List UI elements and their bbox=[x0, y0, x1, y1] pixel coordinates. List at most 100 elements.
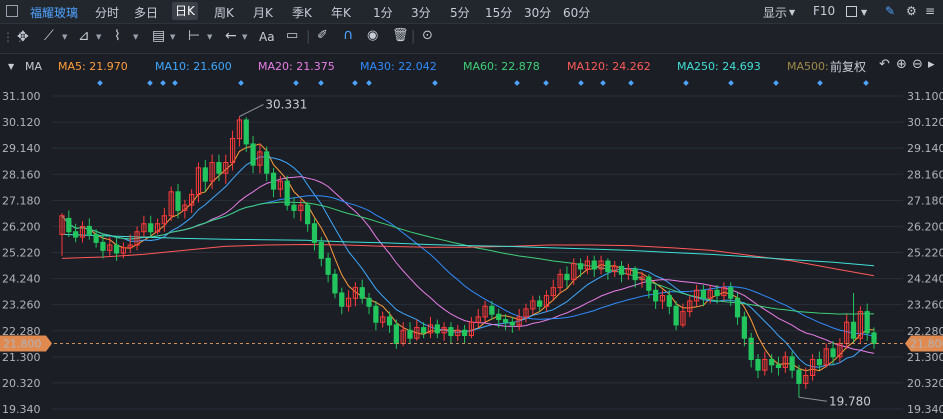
candlestick-chart[interactable]: 31.100 31.100 30.120 30.120 29.140 29.140 28.1… bbox=[0, 78, 943, 419]
range-tool-icon[interactable]: ⊢ bbox=[188, 28, 200, 44]
event-marker bbox=[147, 80, 153, 86]
layout-checkbox-icon[interactable] bbox=[846, 6, 857, 17]
arrow-tool-icon[interactable]: ← bbox=[225, 28, 237, 44]
period-tab-2[interactable]: 多日 bbox=[134, 4, 158, 21]
ma500-value: MA500: bbox=[787, 60, 829, 73]
settings-icon[interactable]: ⚙ bbox=[906, 4, 917, 18]
channel-tool-chevron-icon[interactable]: ▼ bbox=[96, 33, 101, 41]
candle-down bbox=[714, 289, 720, 297]
stock-name[interactable]: 福耀玻璃 bbox=[30, 4, 78, 21]
layout-chevron-down-icon[interactable]: ▼ bbox=[861, 8, 867, 17]
add-icon[interactable]: ⊕ bbox=[896, 57, 907, 72]
y-tick-label-right: 23.260 bbox=[907, 299, 943, 312]
event-marker bbox=[863, 80, 869, 86]
period-tab-4[interactable]: 周K bbox=[214, 4, 234, 21]
candle-down bbox=[243, 119, 249, 145]
channel-tool-icon[interactable]: ⊿ bbox=[78, 28, 90, 44]
display-menu[interactable]: 显示 bbox=[763, 4, 787, 21]
ma-label[interactable]: MA bbox=[25, 60, 42, 73]
line-tool-chevron-icon[interactable]: ▼ bbox=[62, 33, 67, 41]
y-tick-label-right: 24.240 bbox=[907, 273, 943, 286]
range-tool-chevron-icon[interactable]: ▼ bbox=[207, 33, 212, 41]
moving-average-lines bbox=[61, 143, 875, 372]
text-tool-icon[interactable]: Aa bbox=[259, 30, 275, 44]
display-chevron-down-icon[interactable]: ▼ bbox=[789, 8, 795, 17]
period-tab-6[interactable]: 季K bbox=[292, 4, 312, 21]
window-toggle-icon[interactable] bbox=[6, 5, 18, 17]
toggle-icon[interactable]: ⊙ bbox=[422, 28, 433, 43]
more-icon[interactable]: ≡ bbox=[925, 4, 935, 18]
magnet-icon[interactable]: ∩ bbox=[343, 27, 353, 43]
candle-down bbox=[728, 287, 734, 299]
candle-down bbox=[830, 348, 836, 358]
period-tab-3[interactable]: 日K bbox=[172, 2, 198, 20]
comment-icon[interactable]: ▭ bbox=[286, 28, 298, 43]
candle-down bbox=[393, 324, 399, 345]
event-marker bbox=[628, 80, 634, 86]
candle-down bbox=[591, 260, 597, 270]
candle-down bbox=[434, 324, 440, 334]
fibonacci-tool-chevron-icon[interactable]: ▼ bbox=[170, 33, 175, 41]
period-tab-1[interactable]: 分时 bbox=[95, 4, 119, 21]
candle-down bbox=[564, 273, 570, 281]
period-tab-11[interactable]: 15分 bbox=[485, 4, 512, 21]
candle-down bbox=[373, 305, 379, 323]
candle-down bbox=[509, 321, 515, 326]
y-tick-label-left: 21.300 bbox=[2, 351, 41, 364]
ma5-value: MA5: 21.970 bbox=[58, 60, 128, 73]
y-tick-label-left: 25.220 bbox=[2, 247, 41, 260]
period-tab-12[interactable]: 30分 bbox=[524, 4, 551, 21]
y-tick-label-left: 31.100 bbox=[2, 90, 41, 103]
candle-down bbox=[734, 297, 741, 318]
candle-down bbox=[264, 151, 270, 174]
price-adjust-selector[interactable]: 前复权 bbox=[830, 58, 866, 75]
candle-down bbox=[216, 162, 222, 174]
period-tab-10[interactable]: 5分 bbox=[450, 4, 470, 21]
arrow-tool-chevron-icon[interactable]: ▼ bbox=[242, 33, 247, 41]
eraser-icon[interactable]: ✐ bbox=[317, 28, 328, 43]
wave-tool-icon[interactable]: ⌇ bbox=[114, 28, 121, 44]
trash-icon[interactable]: 🗑 bbox=[392, 28, 409, 43]
period-tab-9[interactable]: 3分 bbox=[411, 4, 431, 21]
ma30-line bbox=[61, 195, 875, 337]
fibonacci-tool-icon[interactable]: ▤ bbox=[152, 28, 165, 44]
crosshair-icon[interactable]: ✥ bbox=[17, 29, 29, 45]
pen-icon[interactable]: ✎ bbox=[885, 4, 895, 18]
high-price-label: 30.331 bbox=[265, 97, 307, 111]
y-tick-label-left: 19.340 bbox=[2, 403, 41, 416]
y-tick-label-right: 25.220 bbox=[907, 247, 943, 260]
separator-icon: | bbox=[411, 29, 416, 44]
candle-down bbox=[86, 225, 92, 235]
candle-down bbox=[73, 231, 79, 238]
f10-button[interactable]: F10 bbox=[813, 4, 835, 18]
candle-down bbox=[202, 167, 208, 182]
ma60-line bbox=[61, 201, 875, 315]
y-tick-label-left: 24.240 bbox=[2, 273, 41, 286]
event-marker bbox=[366, 80, 372, 86]
line-tool-icon[interactable]: ⟋ bbox=[44, 28, 54, 44]
scroll-right-icon[interactable]: ▸ bbox=[928, 57, 935, 72]
undo-icon[interactable]: ↶ bbox=[879, 57, 890, 72]
y-tick-label-right: 21.300 bbox=[907, 351, 943, 364]
candle-down bbox=[700, 289, 707, 299]
y-tick-label-left: 28.160 bbox=[2, 168, 41, 181]
ma60-value: MA60: 22.878 bbox=[463, 60, 540, 73]
event-marker bbox=[318, 80, 324, 86]
event-marker bbox=[172, 80, 178, 86]
period-tab-13[interactable]: 60分 bbox=[563, 4, 590, 21]
remove-icon[interactable]: ⊖ bbox=[912, 57, 923, 72]
top-bar: 福耀玻璃 分时 多日 日K 周K 月K 季K 年K 1分 3分 5分 15分 3… bbox=[0, 0, 943, 24]
candle-down bbox=[489, 305, 495, 315]
candle-down bbox=[748, 337, 754, 360]
period-tab-5[interactable]: 月K bbox=[253, 4, 273, 21]
wave-tool-chevron-icon[interactable]: ▼ bbox=[133, 33, 138, 41]
event-marker bbox=[543, 80, 549, 86]
collapse-chevron-icon[interactable]: ▼ bbox=[8, 62, 14, 71]
separator-icon: | bbox=[306, 29, 311, 44]
period-tab-7[interactable]: 年K bbox=[331, 4, 351, 21]
eye-icon[interactable]: ◉ bbox=[367, 28, 378, 43]
candle-down bbox=[632, 268, 638, 281]
period-tab-8[interactable]: 1分 bbox=[373, 4, 393, 21]
candle-down bbox=[605, 260, 611, 273]
event-marker bbox=[578, 80, 584, 86]
